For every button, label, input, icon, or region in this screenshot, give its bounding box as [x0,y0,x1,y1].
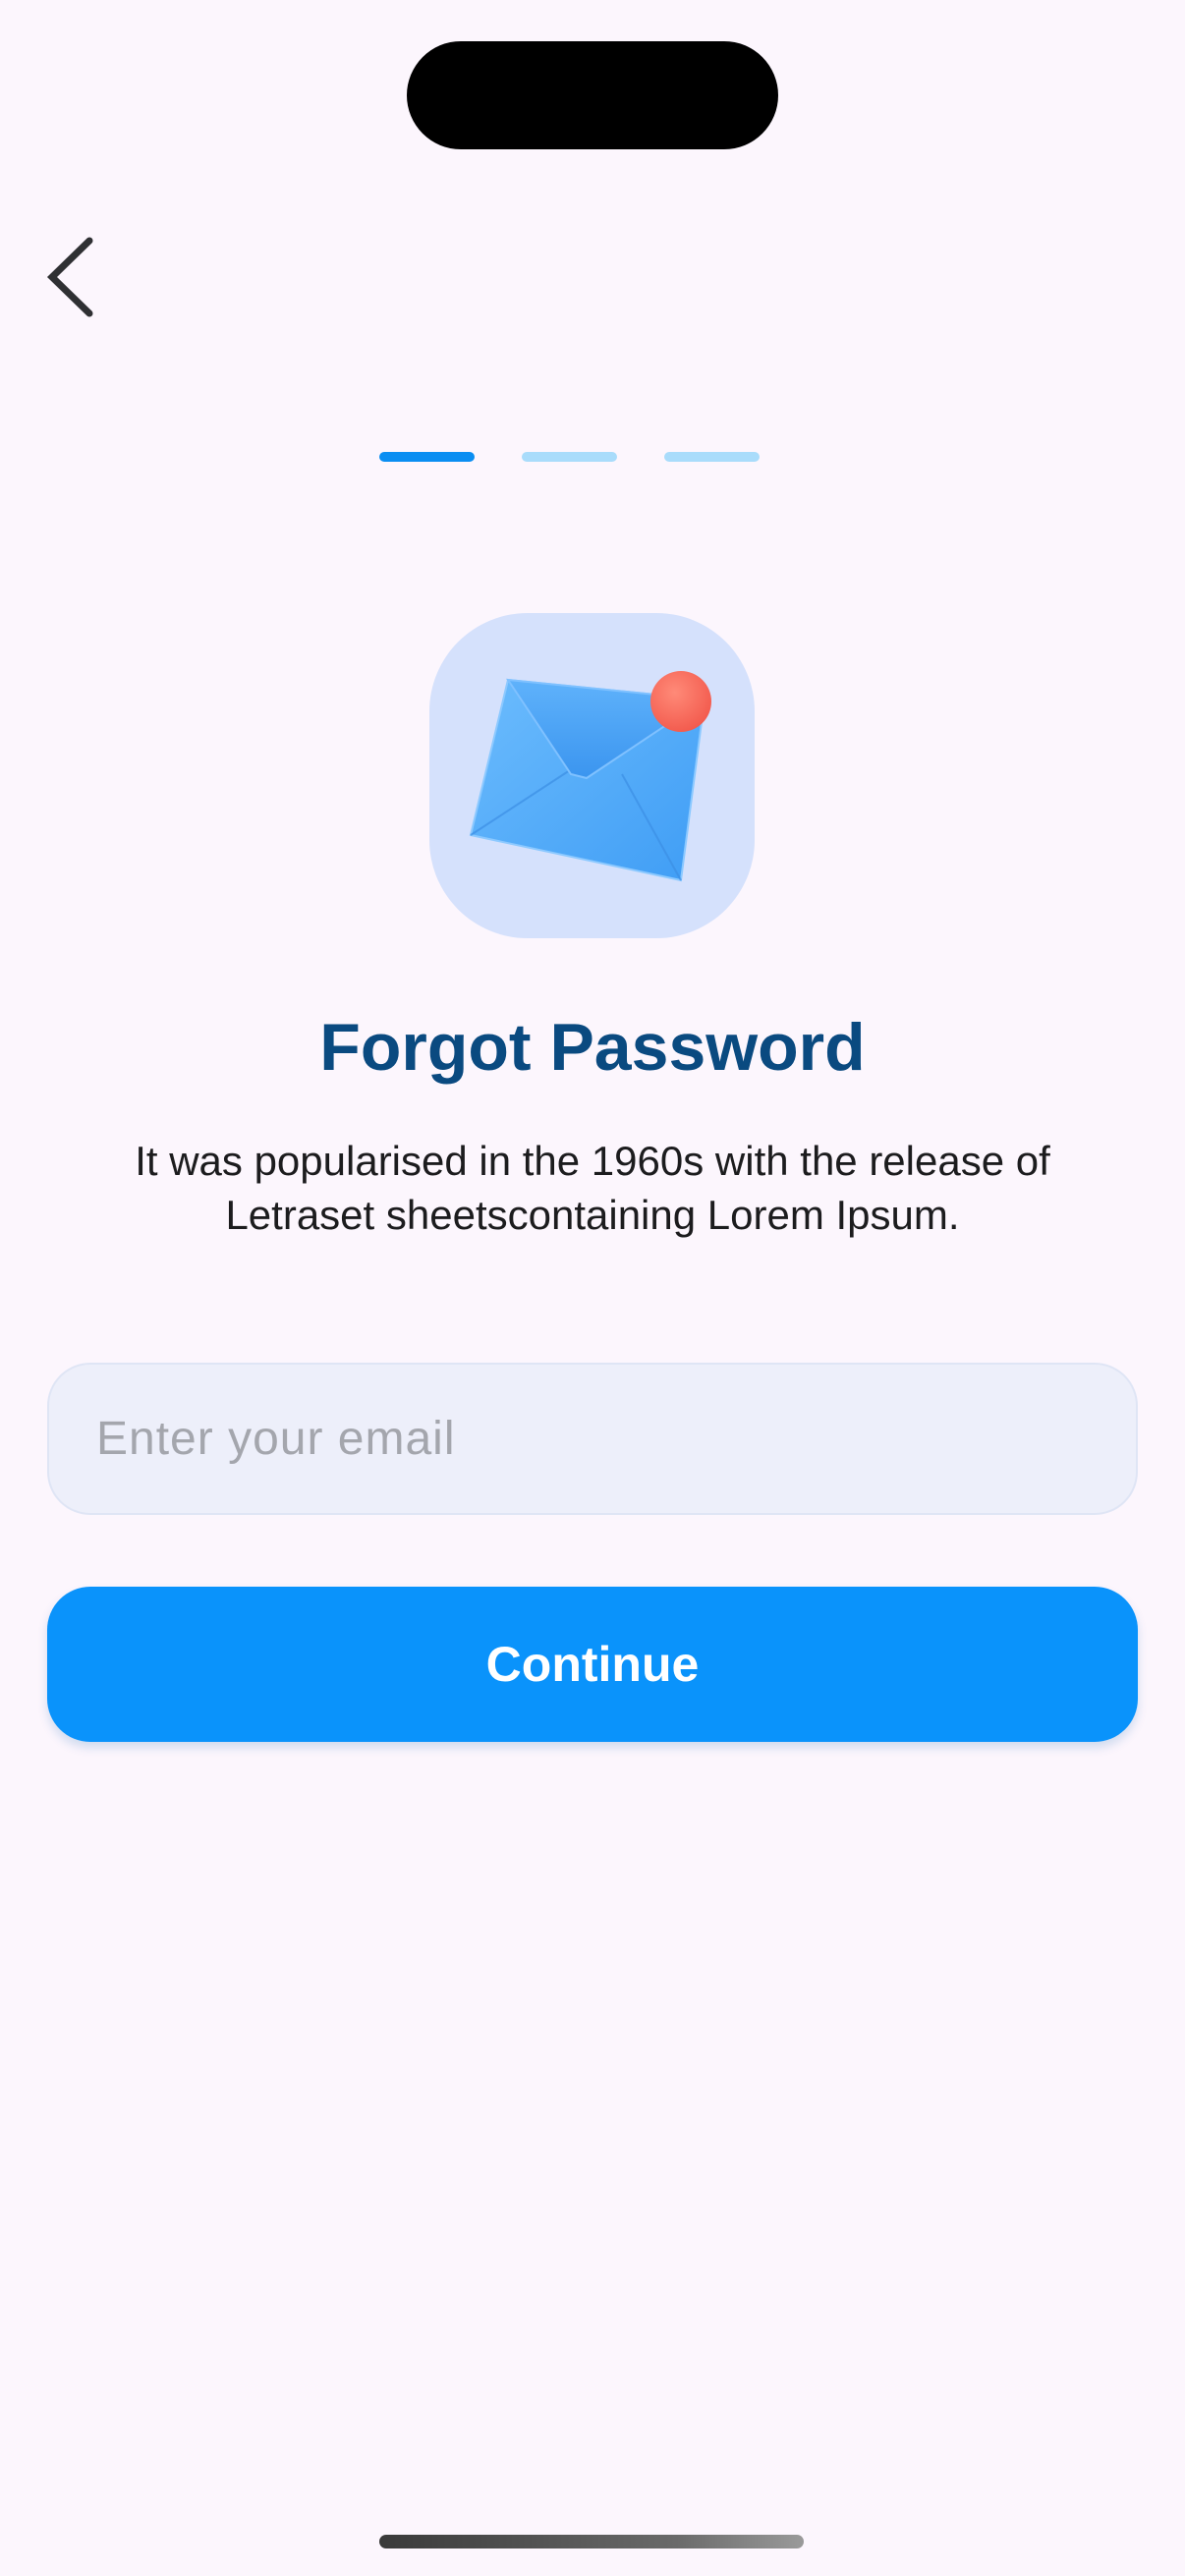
envelope-notification-icon [469,671,711,882]
continue-button[interactable]: Continue [47,1587,1138,1742]
progress-stepper [379,452,760,462]
step-indicator-2 [522,452,617,462]
home-indicator[interactable] [379,2535,804,2548]
hero-illustration [429,613,755,938]
page-description: It was popularised in the 1960s with the… [135,1138,1050,1238]
step-indicator-1 [379,452,475,462]
back-button[interactable] [29,218,118,336]
notification-badge [650,671,711,732]
email-field[interactable] [47,1363,1138,1515]
camera-cutout [407,41,778,149]
step-indicator-3 [664,452,760,462]
chevron-left-icon [46,237,93,317]
page-title: Forgot Password [319,1010,866,1085]
